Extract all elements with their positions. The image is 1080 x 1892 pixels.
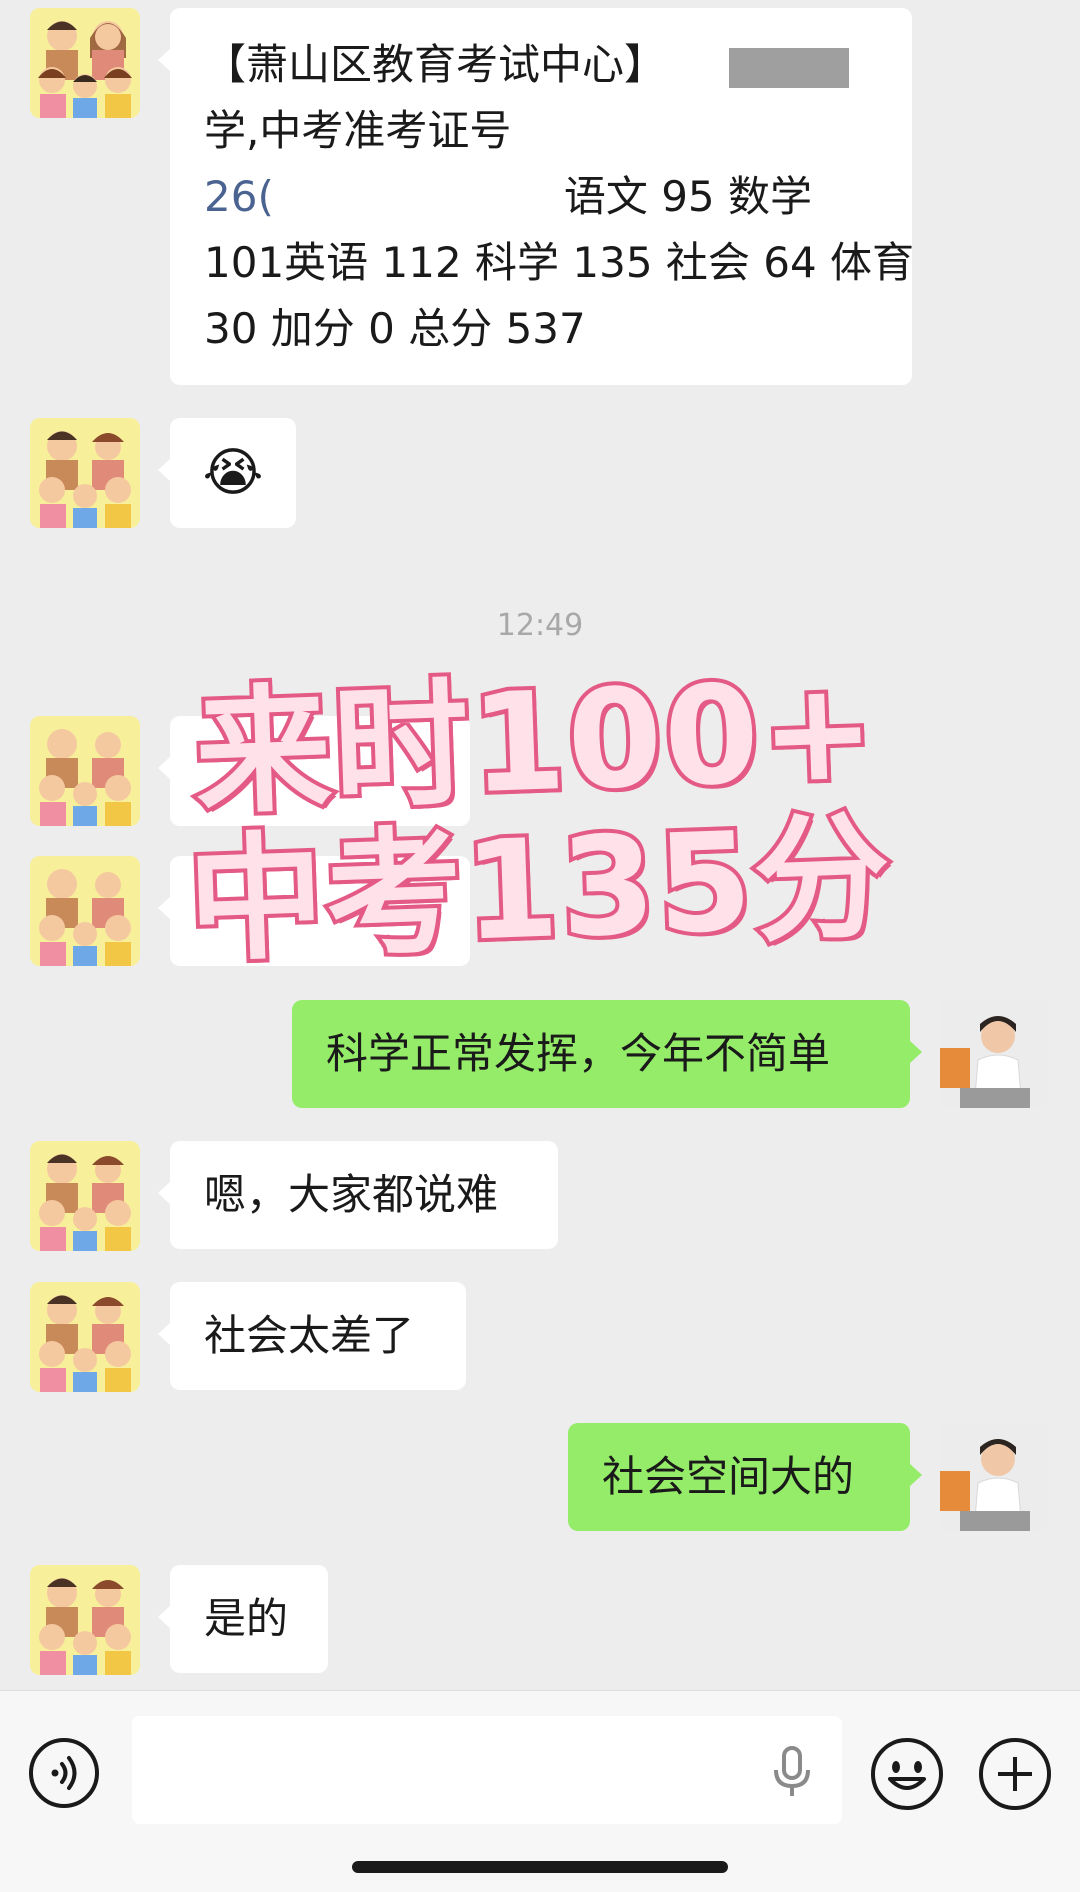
avatar-family[interactable] <box>30 1565 140 1675</box>
message-text: 社会空间大的 <box>602 1452 855 1501</box>
plus-icon[interactable] <box>978 1737 1052 1811</box>
message-bubble-received[interactable]: 社会太差了 <box>158 1282 466 1390</box>
message-text: 是的 <box>204 1594 289 1643</box>
message-text: 嗯，大家都说难 <box>204 1170 499 1219</box>
message-text: 【萧山区教育考试中心】 <box>204 40 667 89</box>
teacher-avatar-image <box>940 1423 1048 1531</box>
family-avatar-image <box>30 716 140 826</box>
message-bubble-received[interactable]: 是的 <box>158 1565 328 1673</box>
overlay-headline-line2: 中考135分 <box>181 795 898 985</box>
message-line: 101英语 112 科学 135 社会 64 体育 <box>204 238 915 287</box>
avatar-family[interactable] <box>30 8 140 118</box>
avatar-family[interactable] <box>30 716 140 826</box>
family-avatar-image <box>30 8 140 118</box>
message-text: 社会太差了 <box>204 1311 415 1360</box>
teacher-avatar-image <box>940 1000 1048 1108</box>
message-input[interactable] <box>132 1716 842 1824</box>
avatar-family[interactable] <box>30 1141 140 1251</box>
voice-toggle-icon[interactable] <box>28 1737 100 1809</box>
avatar-family[interactable] <box>30 856 140 966</box>
message-bubble-score-report[interactable]: 【萧山区教育考试中心】 学,中考准考证号 26( 语文 95 数学 101英语 1… <box>158 8 915 385</box>
timestamp: 12:49 <box>496 608 584 643</box>
crying-emoji-icon: 😭 <box>202 443 264 503</box>
home-indicator[interactable] <box>352 1861 728 1873</box>
family-avatar-image <box>30 1141 140 1251</box>
redaction-block <box>729 47 850 88</box>
family-avatar-image <box>30 418 140 528</box>
message-line: 26( 语文 95 数学 <box>204 164 878 230</box>
avatar-family[interactable] <box>30 418 140 528</box>
message-text: 科学正常发挥，今年不简单 <box>326 1029 831 1078</box>
message-bubble-emoji[interactable]: 😭 <box>158 418 296 528</box>
exam-number-link[interactable]: 26( <box>204 172 274 221</box>
avatar-teacher[interactable] <box>940 1000 1048 1108</box>
message-bubble-received[interactable]: 嗯，大家都说难 <box>158 1141 558 1249</box>
microphone-icon[interactable] <box>770 1746 814 1798</box>
message-bubble-sent[interactable]: 社会空间大的 <box>568 1423 922 1531</box>
emoji-icon[interactable] <box>870 1737 944 1811</box>
avatar-teacher[interactable] <box>940 1423 1048 1531</box>
message-line: 30 加分 0 总分 537 <box>204 304 586 353</box>
family-avatar-image <box>30 1282 140 1392</box>
message-text: 语文 95 数学 <box>563 172 812 221</box>
avatar-family[interactable] <box>30 1282 140 1392</box>
family-avatar-image <box>30 856 140 966</box>
message-bubble-sent[interactable]: 科学正常发挥，今年不简单 <box>292 1000 922 1108</box>
message-line: 学,中考准考证号 <box>204 106 512 155</box>
message-line: 【萧山区教育考试中心】 <box>204 32 878 98</box>
family-avatar-image <box>30 1565 140 1675</box>
